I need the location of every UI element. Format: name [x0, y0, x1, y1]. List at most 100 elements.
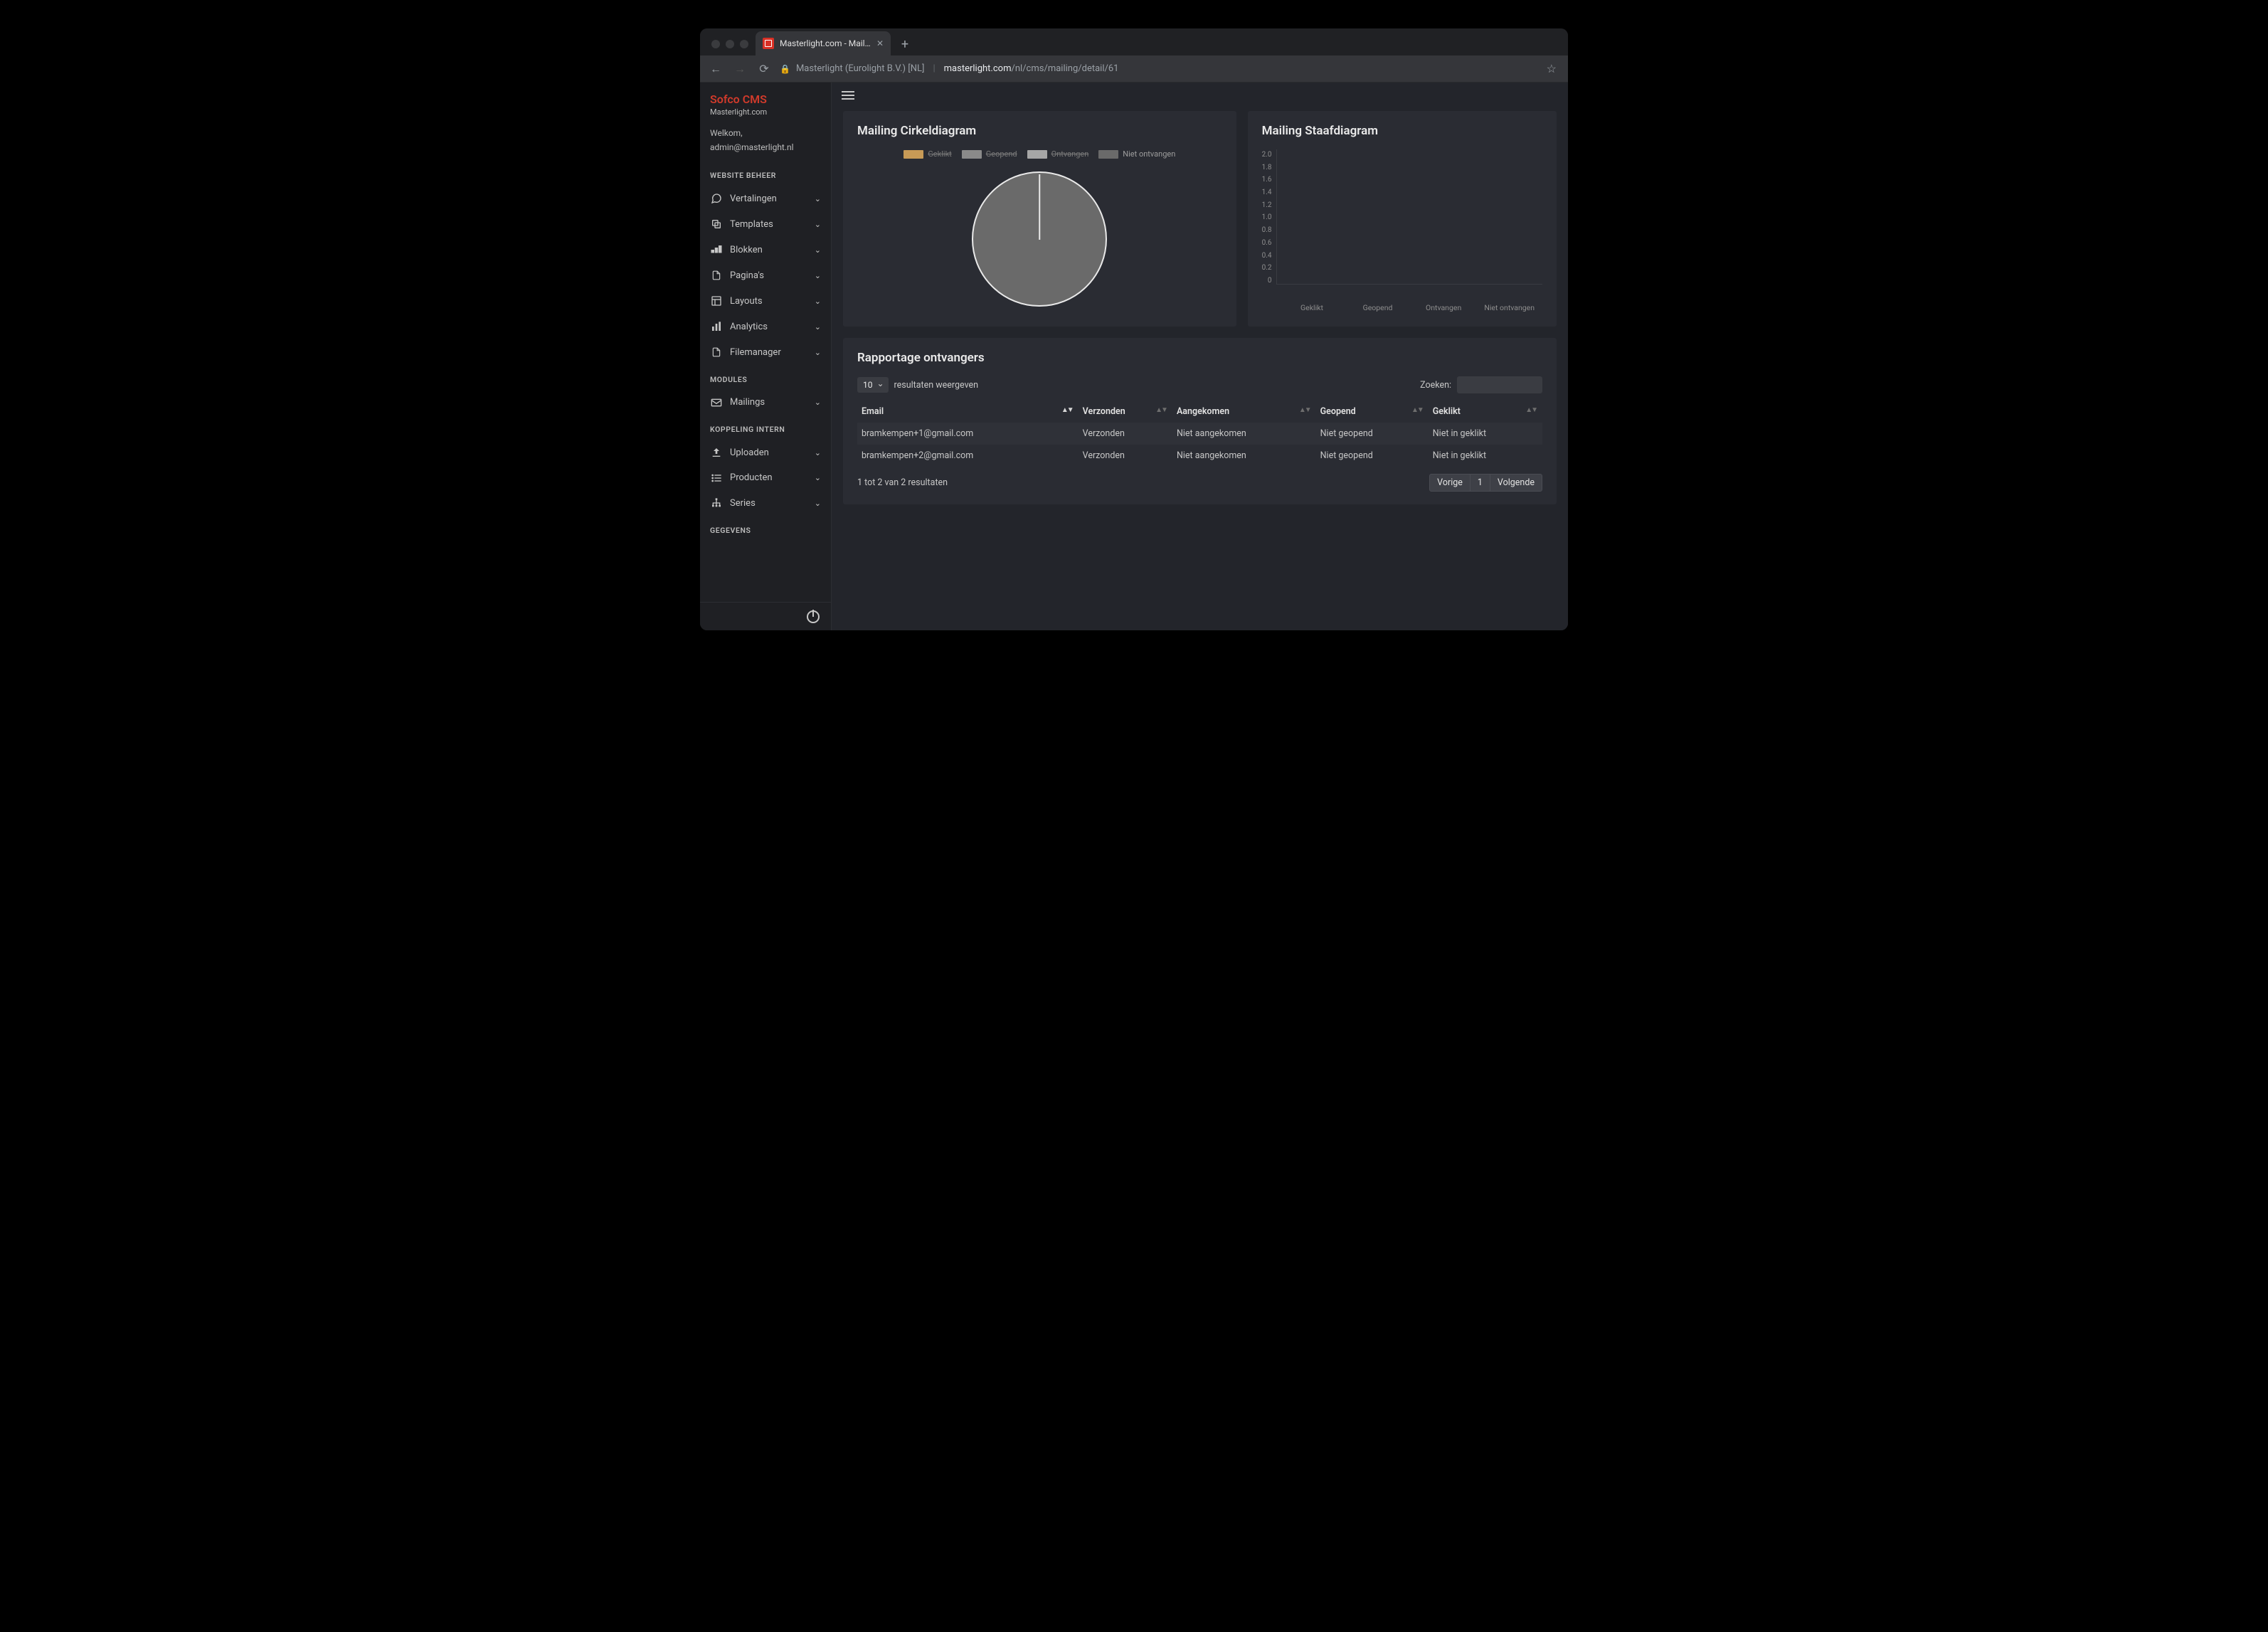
- table-header[interactable]: Verzonden▲▼: [1079, 401, 1172, 423]
- cell-geopend: Niet geopend: [1316, 445, 1429, 467]
- sidebar-item-templates[interactable]: Templates⌄: [700, 211, 831, 237]
- sidebar-item-label: Producten: [730, 472, 773, 483]
- legend-item[interactable]: Geklikt: [904, 149, 951, 159]
- main-area: Mailing Cirkeldiagram GekliktGeopendOntv…: [832, 83, 1568, 630]
- table-header[interactable]: Geklikt▲▼: [1429, 401, 1542, 423]
- legend-label: Ontvangen: [1051, 149, 1089, 159]
- url-separator: |: [930, 63, 938, 74]
- nav-reload-button[interactable]: ⟳: [756, 62, 773, 75]
- table-header[interactable]: Geopend▲▼: [1316, 401, 1429, 423]
- ytick: 0: [1268, 277, 1272, 285]
- cell-geklikt: Niet in geklikt: [1429, 445, 1542, 467]
- table-controls: 10 resultaten weergeven Zoeken:: [857, 376, 1542, 393]
- legend-item[interactable]: Geopend: [962, 149, 1017, 159]
- app-frame: Sofco CMS Masterlight.com Welkom, admin@…: [700, 83, 1568, 630]
- tab-close-icon[interactable]: ✕: [876, 38, 884, 48]
- cell-aangekomen: Niet aangekomen: [1172, 423, 1316, 445]
- bar-xaxis: GekliktGeopendOntvangenNiet ontvangen: [1279, 303, 1542, 312]
- url-host: masterlight.com: [944, 63, 1012, 74]
- tree-icon: [710, 497, 723, 509]
- pie-wrap: [857, 171, 1222, 314]
- layout-icon: [710, 295, 723, 307]
- chevron-down-icon: ⌄: [815, 473, 821, 482]
- length-control: 10 resultaten weergeven: [857, 377, 978, 393]
- sidebar-item-vertalingen[interactable]: Vertalingen⌄: [700, 186, 831, 211]
- sidebar-section-label: WEBSITE BEHEER: [700, 161, 831, 186]
- topbar: [832, 83, 1568, 108]
- file-icon: [710, 270, 723, 281]
- window-minimize-dot[interactable]: [726, 40, 734, 48]
- sidebar-item-analytics[interactable]: Analytics⌄: [700, 314, 831, 339]
- sidebar-item-layouts[interactable]: Layouts⌄: [700, 288, 831, 314]
- cell-aangekomen: Niet aangekomen: [1172, 445, 1316, 467]
- tab-strip: Masterlight.com - Mail gegev… ✕ +: [700, 28, 1568, 55]
- xtick: Geopend: [1345, 303, 1411, 312]
- chevron-down-icon: ⌄: [815, 245, 821, 255]
- pager-next[interactable]: Volgende: [1490, 474, 1542, 492]
- legend-swatch: [1027, 150, 1047, 159]
- brand-subtitle: Masterlight.com: [710, 107, 821, 117]
- chevron-down-icon: ⌄: [815, 348, 821, 357]
- url-path: /nl/cms/mailing/detail/61: [1011, 63, 1118, 74]
- table-info: 1 tot 2 van 2 resultaten: [857, 477, 948, 488]
- window-zoom-dot[interactable]: [740, 40, 748, 48]
- sidebar-item-blokken[interactable]: Blokken⌄: [700, 237, 831, 263]
- legend-label: Geklikt: [928, 149, 951, 159]
- window-close-dot[interactable]: [711, 40, 720, 48]
- window-controls[interactable]: [707, 40, 756, 55]
- sort-icon: ▲▼: [1525, 406, 1537, 414]
- brand-block: Sofco CMS Masterlight.com: [700, 83, 831, 121]
- chevron-down-icon: ⌄: [815, 398, 821, 407]
- pager-prev[interactable]: Vorige: [1429, 474, 1471, 492]
- power-icon[interactable]: [807, 610, 820, 623]
- ytick: 0.4: [1262, 252, 1272, 260]
- xtick: Geklikt: [1279, 303, 1345, 312]
- sidebar-item-uploaden[interactable]: Uploaden⌄: [700, 440, 831, 465]
- tab-title: Masterlight.com - Mail gegev…: [780, 38, 871, 48]
- card-table: Rapportage ontvangers 10 resultaten weer…: [843, 338, 1557, 504]
- ytick: 2.0: [1262, 151, 1272, 159]
- sidebar: Sofco CMS Masterlight.com Welkom, admin@…: [700, 83, 832, 630]
- search-label: Zoeken:: [1420, 380, 1451, 391]
- legend-item[interactable]: Niet ontvangen: [1098, 149, 1175, 159]
- sidebar-item-label: Pagina's: [730, 270, 764, 281]
- search-input[interactable]: [1457, 376, 1542, 393]
- legend-item[interactable]: Ontvangen: [1027, 149, 1089, 159]
- browser-tab[interactable]: Masterlight.com - Mail gegev… ✕: [756, 31, 891, 55]
- new-tab-button[interactable]: +: [895, 34, 915, 54]
- chevron-down-icon: ⌄: [815, 220, 821, 229]
- search-control: Zoeken:: [1420, 376, 1542, 393]
- sort-icon: ▲▼: [1061, 406, 1073, 414]
- sidebar-item-producten[interactable]: Producten ⌄: [700, 465, 831, 490]
- ytick: 1.6: [1262, 176, 1272, 184]
- url-bar[interactable]: 🔒 Masterlight (Eurolight B.V.) [NL] | ma…: [780, 63, 1540, 74]
- legend-label: Geopend: [986, 149, 1017, 159]
- welcome-label: Welkom,: [700, 121, 831, 141]
- hamburger-icon[interactable]: [842, 91, 854, 100]
- cell-verzonden: Verzonden: [1079, 445, 1172, 467]
- table-header[interactable]: Email▲▼: [857, 401, 1079, 423]
- sidebar-item-series[interactable]: Series⌄: [700, 490, 831, 516]
- xtick: Niet ontvangen: [1476, 303, 1542, 312]
- blocks-icon: [710, 244, 723, 255]
- ytick: 0.2: [1262, 264, 1272, 272]
- sort-icon: ▲▼: [1411, 406, 1423, 414]
- cell-geopend: Niet geopend: [1316, 423, 1429, 445]
- nav-back-button[interactable]: ←: [707, 62, 724, 76]
- chevron-down-icon: ⌄: [815, 322, 821, 332]
- cell-geklikt: Niet in geklikt: [1429, 423, 1542, 445]
- ytick: 1.8: [1262, 164, 1272, 171]
- card-pie: Mailing Cirkeldiagram GekliktGeopendOntv…: [843, 111, 1236, 327]
- nav-forward-button[interactable]: →: [731, 62, 748, 76]
- bookmark-star-icon[interactable]: ☆: [1547, 62, 1561, 75]
- card-bar: Mailing Staafdiagram 2.01.81.61.41.21.00…: [1248, 111, 1557, 327]
- sidebar-item-filemanager[interactable]: Filemanager⌄: [700, 339, 831, 365]
- sidebar-section-label: KOPPELING INTERN: [700, 415, 831, 440]
- table-header[interactable]: Aangekomen▲▼: [1172, 401, 1316, 423]
- length-select[interactable]: 10: [857, 377, 889, 393]
- chevron-down-icon: ⌄: [815, 297, 821, 306]
- sidebar-item-mailings[interactable]: Mailings⌄: [700, 390, 831, 415]
- pager-page[interactable]: 1: [1471, 474, 1490, 492]
- sidebar-item-pagina-s[interactable]: Pagina's⌄: [700, 263, 831, 288]
- col-label: Verzonden: [1083, 406, 1125, 417]
